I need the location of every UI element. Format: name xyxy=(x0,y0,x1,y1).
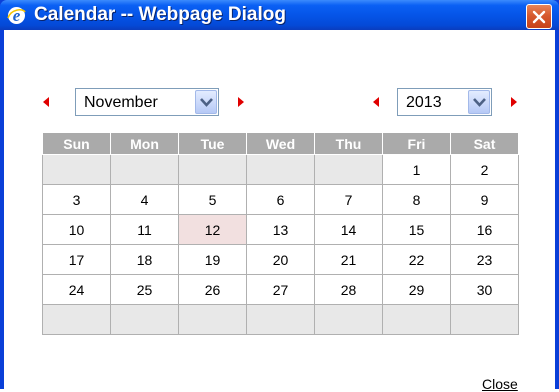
day-cell[interactable]: 8 xyxy=(382,184,451,215)
day-cell[interactable]: 18 xyxy=(110,244,179,275)
day-cell[interactable]: 19 xyxy=(178,244,247,275)
prev-year-button[interactable] xyxy=(370,95,384,109)
chevron-down-icon xyxy=(473,98,486,107)
empty-day-cell xyxy=(450,304,519,335)
close-x-icon xyxy=(532,10,546,24)
empty-day-cell xyxy=(178,304,247,335)
day-cell[interactable]: 20 xyxy=(246,244,315,275)
day-cell[interactable]: 10 xyxy=(42,214,111,245)
highlighted-day-cell[interactable]: 12 xyxy=(178,214,247,245)
year-select[interactable]: 2013 xyxy=(397,88,492,116)
day-cell[interactable]: 30 xyxy=(450,274,519,305)
day-cell[interactable]: 23 xyxy=(450,244,519,275)
ie-icon: e xyxy=(7,6,26,25)
day-cell[interactable]: 6 xyxy=(246,184,315,215)
empty-day-cell xyxy=(314,304,383,335)
day-cell[interactable]: 22 xyxy=(382,244,451,275)
empty-day-cell xyxy=(178,154,247,185)
week-row xyxy=(42,304,519,335)
day-cell[interactable]: 9 xyxy=(450,184,519,215)
day-cell[interactable]: 24 xyxy=(42,274,111,305)
prev-month-button[interactable] xyxy=(40,95,54,109)
day-cell[interactable]: 16 xyxy=(450,214,519,245)
empty-day-cell xyxy=(246,154,315,185)
weekday-header: Sat xyxy=(450,132,519,155)
day-cell[interactable]: 29 xyxy=(382,274,451,305)
week-row: 10 11 12 13 14 15 16 xyxy=(42,214,519,245)
empty-day-cell xyxy=(314,154,383,185)
weekday-header: Thu xyxy=(314,132,383,155)
week-row: 24 25 26 27 28 29 30 xyxy=(42,274,519,305)
week-row: 17 18 19 20 21 22 23 xyxy=(42,244,519,275)
red-right-arrow-icon xyxy=(511,97,517,107)
title-bar[interactable]: e Calendar -- Webpage Dialog xyxy=(0,0,559,30)
empty-day-cell xyxy=(110,154,179,185)
next-year-button[interactable] xyxy=(506,95,520,109)
red-left-arrow-icon xyxy=(43,97,49,107)
weekday-header: Wed xyxy=(246,132,315,155)
week-row: 1 2 xyxy=(42,154,519,185)
day-cell[interactable]: 17 xyxy=(42,244,111,275)
day-cell[interactable]: 7 xyxy=(314,184,383,215)
month-dropdown-button[interactable] xyxy=(195,90,217,114)
empty-day-cell xyxy=(246,304,315,335)
day-cell[interactable]: 3 xyxy=(42,184,111,215)
weekday-header-row: Sun Mon Tue Wed Thu Fri Sat xyxy=(42,132,519,155)
day-cell[interactable]: 28 xyxy=(314,274,383,305)
day-cell[interactable]: 2 xyxy=(450,154,519,185)
close-link[interactable]: Close xyxy=(482,376,518,392)
year-value: 2013 xyxy=(406,94,442,111)
weekday-header: Tue xyxy=(178,132,247,155)
day-cell[interactable]: 5 xyxy=(178,184,247,215)
svg-text:e: e xyxy=(13,6,21,25)
weekday-header: Fri xyxy=(382,132,451,155)
chevron-down-icon xyxy=(200,98,213,107)
weekday-header: Sun xyxy=(42,132,111,155)
day-cell[interactable]: 11 xyxy=(110,214,179,245)
empty-day-cell xyxy=(42,154,111,185)
red-right-arrow-icon xyxy=(238,97,244,107)
close-window-button[interactable] xyxy=(526,4,552,29)
month-value: November xyxy=(84,94,158,111)
day-cell[interactable]: 25 xyxy=(110,274,179,305)
month-select[interactable]: November xyxy=(75,88,219,116)
week-row: 3 4 5 6 7 8 9 xyxy=(42,184,519,215)
dialog-body: November 2013 Sun Mon Tue Wed Thu Fri Sa… xyxy=(4,30,555,392)
day-cell[interactable]: 1 xyxy=(382,154,451,185)
next-month-button[interactable] xyxy=(233,95,247,109)
day-cell[interactable]: 27 xyxy=(246,274,315,305)
day-cell[interactable]: 4 xyxy=(110,184,179,215)
day-cell[interactable]: 15 xyxy=(382,214,451,245)
red-left-arrow-icon xyxy=(373,97,379,107)
day-cell[interactable]: 21 xyxy=(314,244,383,275)
calendar-grid: Sun Mon Tue Wed Thu Fri Sat 1 2 3 4 5 6 … xyxy=(42,132,519,335)
day-cell[interactable]: 26 xyxy=(178,274,247,305)
weekday-header: Mon xyxy=(110,132,179,155)
window-title: Calendar -- Webpage Dialog xyxy=(34,4,286,25)
day-cell[interactable]: 14 xyxy=(314,214,383,245)
dialog-window: e Calendar -- Webpage Dialog November 20… xyxy=(0,0,559,392)
day-cell[interactable]: 13 xyxy=(246,214,315,245)
empty-day-cell xyxy=(382,304,451,335)
year-dropdown-button[interactable] xyxy=(468,90,490,114)
empty-day-cell xyxy=(42,304,111,335)
empty-day-cell xyxy=(110,304,179,335)
